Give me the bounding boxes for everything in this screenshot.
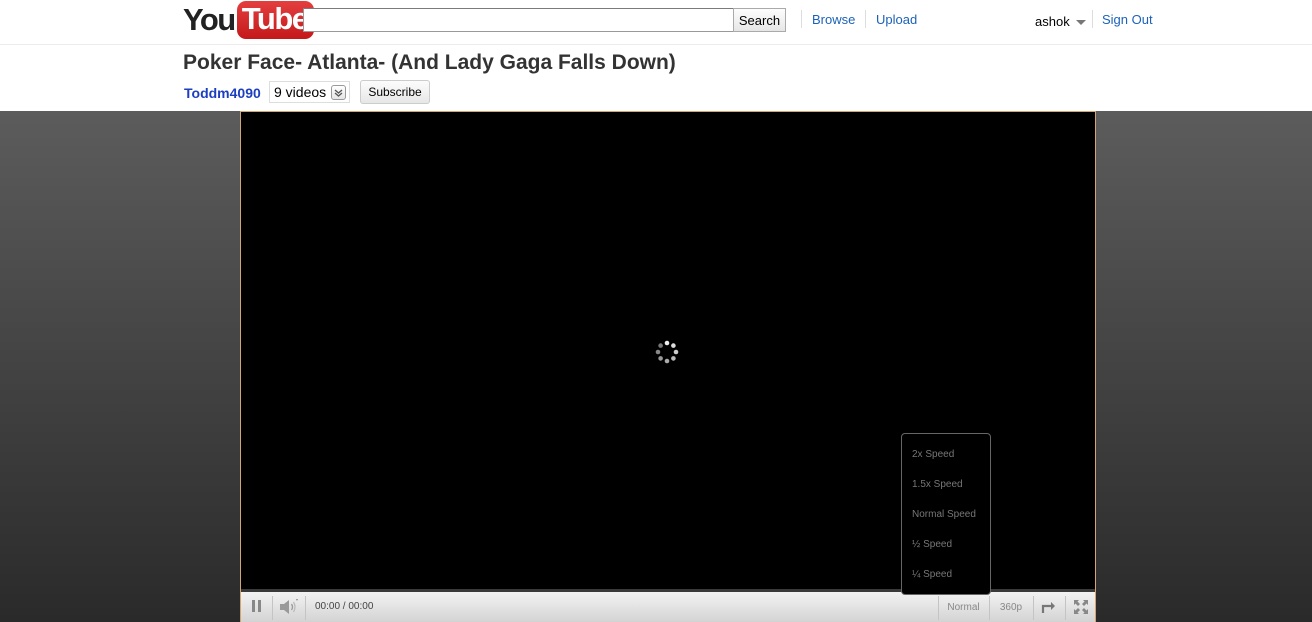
videos-count: 9 videos: [274, 84, 327, 100]
speed-option-quarter[interactable]: ¼ Speed: [902, 562, 990, 592]
user-menu[interactable]: ashok: [1035, 14, 1086, 29]
search-input[interactable]: [303, 8, 734, 32]
loop-icon: [1041, 602, 1055, 613]
search-button[interactable]: Search: [733, 8, 786, 32]
nav-divider: [865, 10, 866, 28]
speed-option-normal[interactable]: Normal Speed: [902, 502, 990, 532]
speed-option-half[interactable]: ½ Speed: [902, 532, 990, 562]
username: ashok: [1035, 14, 1070, 29]
sign-out-link[interactable]: Sign Out: [1102, 12, 1153, 27]
quality-button[interactable]: 360p: [990, 592, 1032, 622]
speed-button[interactable]: Normal: [939, 592, 988, 622]
video-title: Poker Face- Atlanta- (And Lady Gaga Fall…: [183, 51, 676, 74]
pause-icon: [251, 599, 263, 615]
speed-menu: 2x Speed 1.5x Speed Normal Speed ½ Speed…: [901, 433, 991, 595]
pause-button[interactable]: [241, 592, 272, 622]
quality-label: 360p: [999, 601, 1023, 613]
fullscreen-button[interactable]: [1066, 592, 1095, 622]
logo-you-text: You: [183, 2, 236, 37]
speed-option-1-5x[interactable]: 1.5x Speed: [902, 472, 990, 502]
nav-divider: [801, 10, 802, 28]
fullscreen-icon: [1073, 600, 1088, 614]
browse-link[interactable]: Browse: [812, 12, 855, 27]
logo-tube-text: Tube: [236, 1, 314, 39]
volume-button[interactable]: [273, 592, 305, 622]
loop-button[interactable]: [1034, 592, 1064, 622]
caret-down-icon: [1075, 19, 1086, 25]
youtube-logo[interactable]: You Tube: [183, 1, 314, 39]
nav-divider: [1092, 10, 1093, 28]
loading-spinner-icon: [655, 340, 679, 364]
chevron-down-icon: [331, 84, 347, 100]
channel-link[interactable]: Toddm4090: [184, 85, 261, 101]
speed-option-2x[interactable]: 2x Speed: [902, 442, 990, 472]
masthead: You Tube Search Browse Upload ashok Sign…: [0, 0, 1312, 45]
speed-label: Normal: [947, 601, 980, 613]
control-divider: [305, 596, 306, 620]
time-display: 00:00 / 00:00: [315, 601, 374, 612]
upload-link[interactable]: Upload: [876, 12, 917, 27]
volume-icon: [280, 599, 298, 614]
channel-videos-button[interactable]: 9 videos: [269, 81, 351, 103]
subscribe-button[interactable]: Subscribe: [360, 80, 430, 104]
